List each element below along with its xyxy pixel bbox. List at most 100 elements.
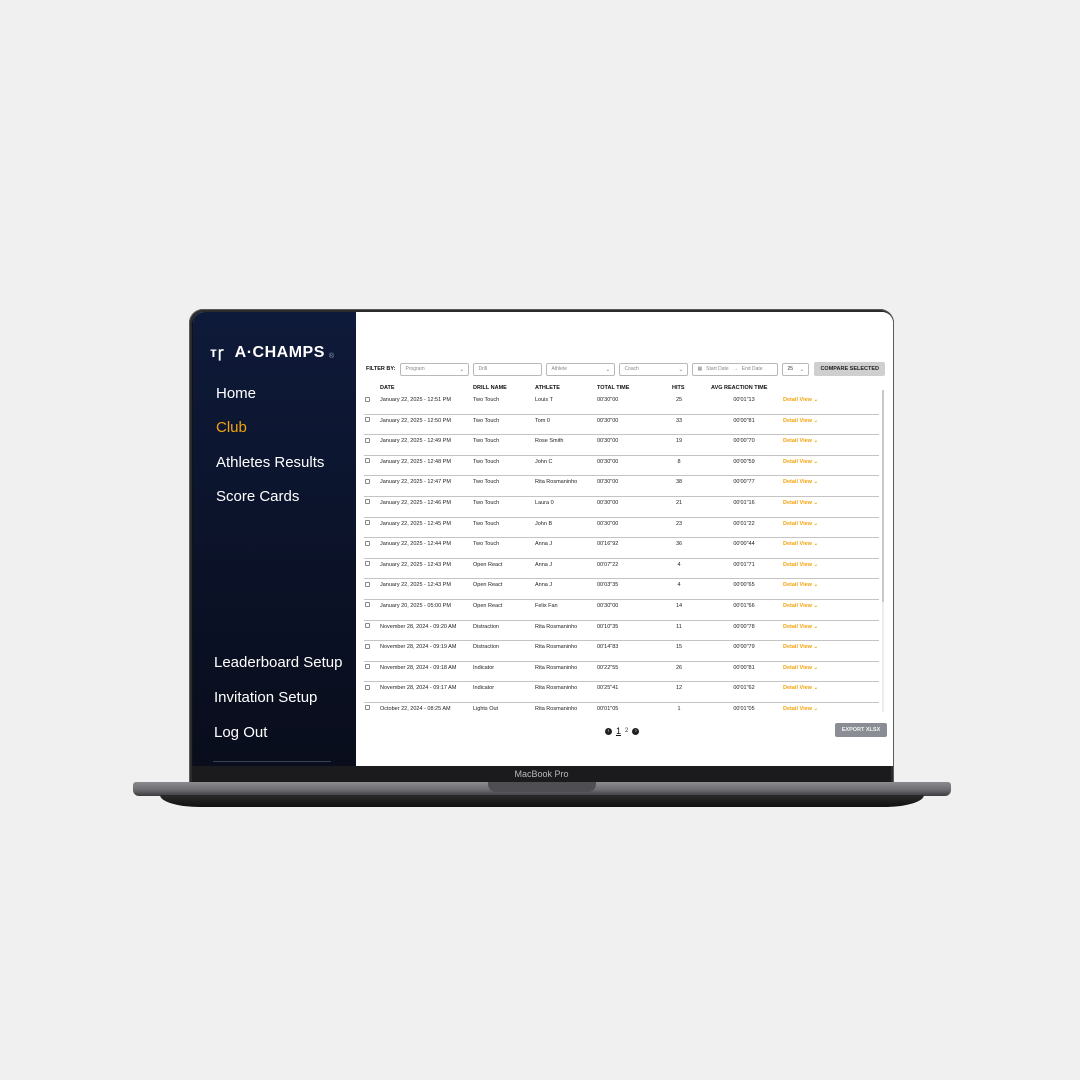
table-row[interactable]: January 22, 2025 - 12:44 PM Two Touch Anna… <box>364 538 879 559</box>
table-row[interactable]: January 22, 2025 - 12:43 PM Open React Ann… <box>364 559 879 580</box>
row-checkbox[interactable] <box>365 664 370 670</box>
coach-select[interactable]: Coach ⌄ <box>619 362 689 376</box>
athlete-select[interactable]: Athlete ⌄ <box>546 362 616 376</box>
program-select-placeholder: Program <box>405 366 425 372</box>
cell-hits: 26 <box>675 664 683 671</box>
cell-drill-name: Two Touch <box>473 479 500 486</box>
header-total-time[interactable]: TOTAL TIME <box>597 385 629 391</box>
table-row[interactable]: January 22, 2025 - 12:48 PM Two Touch John… <box>364 456 879 477</box>
table-row[interactable]: January 22, 2025 - 12:51 PM Two Touch Loui… <box>364 394 879 415</box>
sidebar-item-club[interactable]: Club <box>216 419 247 436</box>
header-date[interactable]: DATE <box>380 385 395 391</box>
cell-avg-reaction-time: 00'01"71 <box>733 561 755 568</box>
table-row[interactable]: January 22, 2025 - 12:45 PM Two Touch John… <box>364 518 879 539</box>
row-checkbox[interactable] <box>365 684 370 690</box>
detail-view-link[interactable]: Detail View ⌄ <box>783 500 818 506</box>
cell-date: January 22, 2025 - 12:45 PM <box>380 520 451 527</box>
table-row[interactable]: January 22, 2025 - 12:50 PM Two Touch Tom … <box>364 415 879 436</box>
table-row[interactable]: January 20, 2025 - 05:00 PM Open React Fel… <box>364 600 879 621</box>
table-row[interactable]: November 28, 2024 - 09:20 AM Distraction R… <box>364 621 879 642</box>
table-row[interactable]: January 22, 2025 - 12:43 PM Open React Ann… <box>364 579 879 600</box>
table-row[interactable]: January 22, 2025 - 12:49 PM Two Touch Rose… <box>364 435 879 456</box>
cell-date: January 22, 2025 - 12:50 PM <box>380 417 451 424</box>
cell-athlete: Rita Rosmaninho <box>535 479 578 486</box>
detail-view-link[interactable]: Detail View ⌄ <box>783 685 818 691</box>
cell-athlete: Felix Fan <box>535 602 558 609</box>
table-row[interactable]: January 22, 2025 - 12:46 PM Two Touch Laur… <box>364 497 879 518</box>
cell-drill-name: Two Touch <box>473 417 500 424</box>
date-range-arrow-icon: → <box>732 366 738 372</box>
compare-selected-button[interactable]: COMPARE SELECTED <box>814 362 886 376</box>
detail-view-link[interactable]: Detail View ⌄ <box>783 706 818 712</box>
detail-view-link[interactable]: Detail View ⌄ <box>783 665 818 671</box>
detail-view-link[interactable]: Detail View ⌄ <box>783 624 818 630</box>
detail-view-link[interactable]: Detail View ⌄ <box>783 603 818 609</box>
cell-athlete: Rita Rosmaninho <box>535 705 578 712</box>
table-row[interactable]: November 28, 2024 - 09:19 AM Distraction R… <box>364 641 879 662</box>
chevron-down-icon: ⌄ <box>799 366 805 373</box>
detail-view-link[interactable]: Detail View ⌄ <box>783 582 818 588</box>
app-screen: ᴛꞅ A·CHAMPS ® Home Club Athletes Results… <box>193 312 893 766</box>
page-size-select[interactable]: 25 ⌄ <box>782 362 810 376</box>
row-checkbox[interactable] <box>365 581 370 587</box>
start-date-placeholder: Start Date <box>706 366 729 372</box>
row-checkbox[interactable] <box>365 623 370 629</box>
date-range-picker[interactable]: ▦ Start Date → End Date <box>692 362 779 376</box>
table-row[interactable]: November 28, 2024 - 09:17 AM Indicator Rit… <box>364 682 879 703</box>
row-checkbox[interactable] <box>365 458 370 464</box>
sidebar-item-athletes-results[interactable]: Athletes Results <box>216 454 324 471</box>
row-checkbox[interactable] <box>365 643 370 649</box>
detail-view-link[interactable]: Detail View ⌄ <box>783 562 818 568</box>
detail-view-link[interactable]: Detail View ⌄ <box>783 644 818 650</box>
sidebar-item-leaderboard-setup[interactable]: Leaderboard Setup <box>214 654 342 671</box>
table-row[interactable]: October 22, 2024 - 08:25 AM Lights Out Rit… <box>364 703 879 712</box>
program-select[interactable]: Program ⌄ <box>400 362 470 376</box>
scrollbar-thumb[interactable] <box>882 390 884 602</box>
row-checkbox[interactable] <box>365 540 370 546</box>
sidebar-item-log-out[interactable]: Log Out <box>214 724 267 741</box>
cell-total-time: 00'30"00 <box>597 397 619 403</box>
row-checkbox[interactable] <box>365 520 370 526</box>
sidebar-item-home[interactable]: Home <box>216 385 256 402</box>
cell-total-time: 00'16"92 <box>597 541 619 548</box>
prev-page-icon[interactable]: ‹ <box>605 727 612 735</box>
next-page-icon[interactable]: › <box>632 727 640 735</box>
cell-date: January 22, 2025 - 12:43 PM <box>380 561 451 568</box>
sidebar: ᴛꞅ A·CHAMPS ® Home Club Athletes Results… <box>193 312 356 766</box>
cell-avg-reaction-time: 00'00"59 <box>733 458 755 465</box>
sidebar-item-score-cards[interactable]: Score Cards <box>216 488 299 505</box>
brand-logo[interactable]: ᴛꞅ A·CHAMPS ® <box>210 343 334 362</box>
cell-total-time: 00'30"00 <box>597 417 619 424</box>
header-hits[interactable]: HITS <box>672 385 685 391</box>
detail-view-link[interactable]: Detail View ⌄ <box>783 459 818 465</box>
device-label: MacBook Pro <box>514 769 569 779</box>
detail-view-link[interactable]: Detail View ⌄ <box>783 541 818 547</box>
cell-date: November 28, 2024 - 09:19 AM <box>380 644 457 651</box>
row-checkbox[interactable] <box>365 499 370 505</box>
detail-view-link[interactable]: Detail View ⌄ <box>783 479 818 485</box>
detail-view-link[interactable]: Detail View ⌄ <box>783 438 818 444</box>
row-checkbox[interactable] <box>365 396 370 402</box>
cell-drill-name: Two Touch <box>473 520 500 527</box>
laptop-base-shadow <box>160 795 924 807</box>
detail-view-link[interactable]: Detail View ⌄ <box>783 418 818 424</box>
sidebar-item-invitation-setup[interactable]: Invitation Setup <box>214 689 317 706</box>
detail-view-link[interactable]: Detail View ⌄ <box>783 397 818 403</box>
row-checkbox[interactable] <box>365 705 370 711</box>
row-checkbox[interactable] <box>365 437 370 443</box>
drill-input[interactable]: Drill <box>473 362 543 376</box>
page-2-link[interactable]: 2 <box>625 728 628 734</box>
row-checkbox[interactable] <box>365 478 370 484</box>
page-1-link[interactable]: 1 <box>616 726 621 736</box>
header-drill-name[interactable]: DRILL NAME <box>473 385 507 391</box>
table-row[interactable]: November 28, 2024 - 09:18 AM Indicator Rit… <box>364 662 879 683</box>
table-row[interactable]: January 22, 2025 - 12:47 PM Two Touch Rita… <box>364 476 879 497</box>
cell-avg-reaction-time: 00'00"70 <box>733 438 755 445</box>
header-athlete[interactable]: ATHLETE <box>535 385 560 391</box>
row-checkbox[interactable] <box>365 602 370 608</box>
row-checkbox[interactable] <box>365 417 370 423</box>
row-checkbox[interactable] <box>365 561 370 567</box>
detail-view-link[interactable]: Detail View ⌄ <box>783 521 818 527</box>
header-avg-reaction-time[interactable]: AVG REACTION TIME <box>711 385 767 391</box>
export-xlsx-button[interactable]: EXPORT XLSX <box>835 723 887 737</box>
